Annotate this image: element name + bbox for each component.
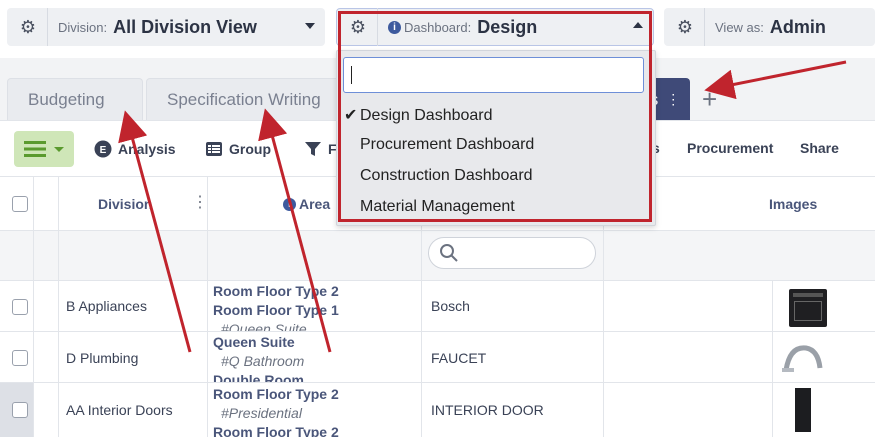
annotation-arrows [118, 60, 847, 353]
annotation-arrow [118, 110, 192, 353]
annotation-arrow [258, 108, 332, 353]
annotation-arrow [704, 60, 847, 100]
